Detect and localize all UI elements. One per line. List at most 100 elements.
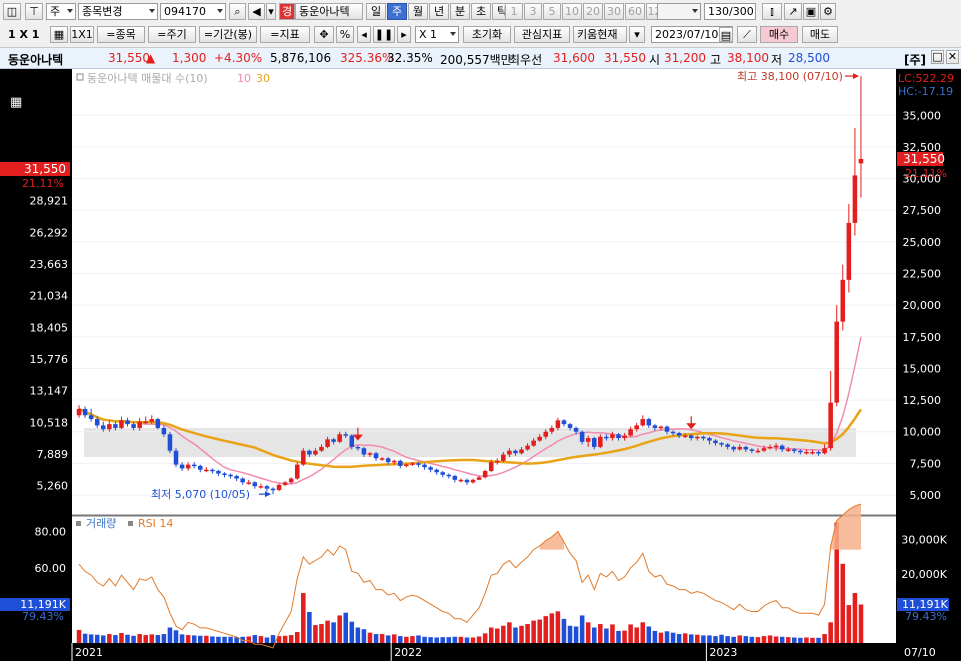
candle-body <box>828 402 833 449</box>
period-button[interactable]: 주 <box>387 3 407 20</box>
minute-button[interactable]: 30 <box>604 3 624 20</box>
scroll-left-icon[interactable]: ◂ <box>357 26 371 43</box>
period-button[interactable]: 초 <box>471 3 491 20</box>
candle-body <box>495 460 500 463</box>
minute-button[interactable]: 60 <box>625 3 645 20</box>
calendar-icon[interactable]: ▤ <box>719 27 733 42</box>
volume-bar <box>94 634 100 643</box>
candle-body <box>173 450 179 465</box>
kiwoom-current-button[interactable]: 키움현재 <box>573 26 627 43</box>
scroll-right-icon[interactable]: ▸ <box>397 26 411 43</box>
rsi-legend-icon <box>128 521 133 526</box>
sync-range-button[interactable]: =기간(봉) <box>199 26 257 43</box>
period-select[interactable]: 주 <box>46 3 76 20</box>
date-value: 2023/07/10 <box>655 28 719 41</box>
quote-change-arrow: ▲ <box>146 51 156 65</box>
volume-bar <box>149 634 155 643</box>
period-button[interactable]: 년 <box>429 3 449 20</box>
grid-icon[interactable]: ▦ <box>50 26 68 43</box>
table-toggle-icon[interactable]: ▦ <box>10 95 22 110</box>
quote-best-bid: 31,550 <box>604 51 646 65</box>
stock-name-button[interactable]: 동운아나텍 <box>295 3 363 20</box>
volume-plot-area[interactable] <box>72 517 896 643</box>
stock-code-input[interactable]: 094170 <box>160 3 226 20</box>
save-icon[interactable]: ▣ <box>803 3 819 20</box>
sync-indicator-button[interactable]: =지표 <box>260 26 310 43</box>
minute-button[interactable]: 20 <box>583 3 603 20</box>
buy-button[interactable]: 매수 <box>760 26 798 43</box>
volume-bar <box>640 622 646 643</box>
candle-body <box>391 460 397 463</box>
chart-menu-icon[interactable]: ◫ <box>3 3 21 20</box>
period-button[interactable]: 월 <box>408 3 428 20</box>
fav-indicator-button[interactable]: 관심지표 <box>514 26 570 43</box>
bar-count-input[interactable]: 130/300 <box>704 3 756 20</box>
candle-style-icon[interactable]: ⫾ <box>762 3 782 20</box>
candle-body <box>640 419 646 426</box>
sync-stock-button[interactable]: =종목 <box>97 26 145 43</box>
candle-body <box>555 420 561 428</box>
current-pct-left: 21.11% <box>22 177 64 190</box>
volume-bar <box>125 634 130 643</box>
minute-button[interactable]: 3 <box>524 3 542 20</box>
left-price-tick: 13,147 <box>30 385 69 398</box>
volume-bar <box>804 637 809 643</box>
reset-button[interactable]: 초기화 <box>463 26 511 43</box>
stock-change-select[interactable]: 종목변경 <box>78 3 158 20</box>
period-button[interactable]: 일 <box>366 3 386 20</box>
layout-1x1-button[interactable]: 1X1 <box>70 26 94 43</box>
period-select-value: 주 <box>50 5 61 18</box>
candle-body <box>773 445 779 448</box>
sync-period-button[interactable]: =주기 <box>148 26 196 43</box>
trend-tool-icon[interactable]: ↗ <box>784 3 802 20</box>
percent-button[interactable]: % <box>336 26 354 43</box>
candle-body <box>282 482 288 485</box>
volume-bar <box>658 632 664 643</box>
candle-body <box>410 463 415 465</box>
search-icon[interactable]: ⌕ <box>229 3 246 20</box>
speaker-dropdown-icon[interactable]: ▾ <box>266 3 276 20</box>
minute-button[interactable]: 1 <box>505 3 523 20</box>
minute-button[interactable]: 5 <box>543 3 561 20</box>
volume-bar <box>373 634 379 643</box>
candle-body <box>137 421 142 428</box>
right-price-tick: 25,000 <box>903 236 942 249</box>
pause-icon[interactable]: ❚❚ <box>373 26 395 43</box>
chart-type-icon[interactable]: ⟋ <box>737 26 757 43</box>
unit-select[interactable] <box>657 3 701 20</box>
volume-bar <box>319 624 324 643</box>
candle-body <box>713 440 718 444</box>
volume-legend-label: 거래량 <box>86 517 116 530</box>
volume-bar <box>555 611 561 643</box>
candle-body <box>307 450 312 455</box>
candle-body <box>725 444 730 447</box>
candle-body <box>858 158 864 164</box>
candle-body <box>834 321 839 403</box>
sell-button[interactable]: 매도 <box>802 26 838 43</box>
candle-body <box>222 473 227 475</box>
current-rsi-left: 79.43% <box>22 610 64 623</box>
stock-chart[interactable]: ▦ 28,921 26,292 23,663 21,034 18,405 15,776 13… <box>0 69 961 661</box>
candle-body <box>167 434 173 451</box>
right-price-tick: 20,000 <box>903 299 942 312</box>
speaker-icon[interactable]: ◀ <box>248 3 265 20</box>
kiwoom-dropdown-icon[interactable]: ▾ <box>629 26 645 43</box>
close-icon[interactable]: ✕ <box>946 50 959 64</box>
period-button[interactable]: 분 <box>450 3 470 20</box>
left-price-tick: 23,663 <box>30 258 69 271</box>
minute-button[interactable]: 10 <box>562 3 582 20</box>
zoom-select[interactable]: X 1 <box>415 26 459 43</box>
pin-icon[interactable]: ⊤ <box>25 3 43 20</box>
candle-body <box>458 479 464 482</box>
volume-bar <box>598 624 603 643</box>
volume-bar <box>591 627 597 643</box>
volume-bar <box>131 635 136 643</box>
restore-icon[interactable]: □ <box>931 50 944 64</box>
volume-bar <box>258 636 264 643</box>
quote-volume-ratio: 325.36% <box>340 51 394 65</box>
settings-icon[interactable]: ⚙ <box>820 3 836 20</box>
move-icon[interactable]: ✥ <box>314 26 334 43</box>
candle-body <box>143 421 148 424</box>
volume-bar <box>179 634 185 643</box>
right-price-tick: 15,000 <box>903 362 942 375</box>
